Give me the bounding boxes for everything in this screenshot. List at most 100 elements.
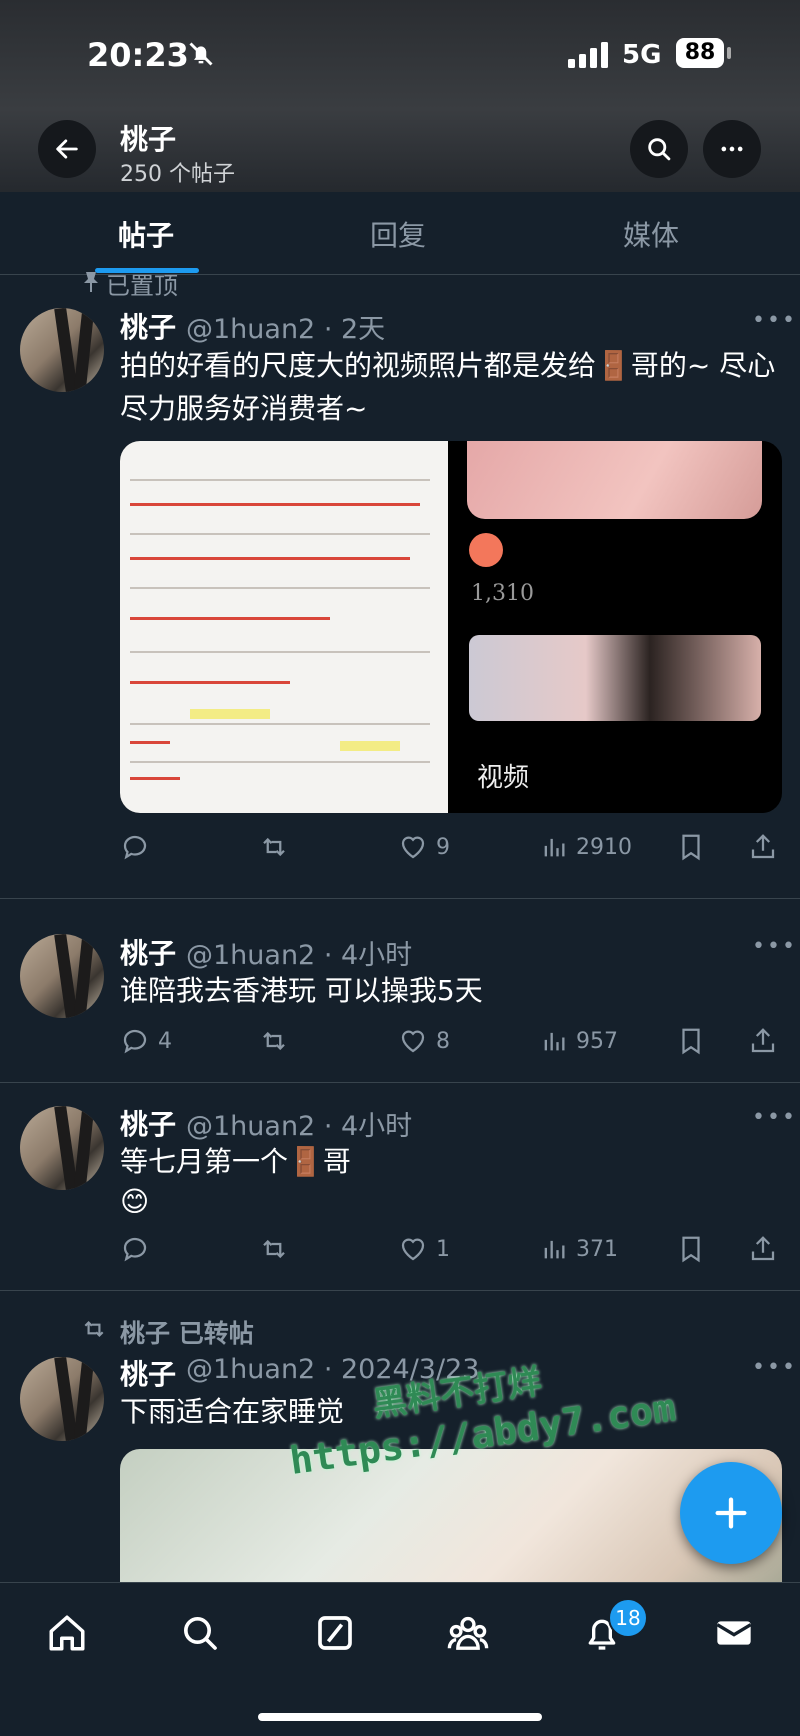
avatar[interactable] xyxy=(20,934,104,1018)
reply-button[interactable]: 4 xyxy=(120,1026,172,1056)
share-icon[interactable] xyxy=(748,1234,778,1264)
views-button[interactable]: 957 xyxy=(540,1026,618,1056)
like-button[interactable]: 1 xyxy=(398,1234,450,1264)
like-icon xyxy=(401,1030,425,1053)
repost-icon xyxy=(84,1320,104,1338)
home-icon xyxy=(49,1615,85,1651)
peach-icon xyxy=(469,533,503,567)
grok-tab[interactable] xyxy=(313,1611,357,1655)
messages-tab[interactable] xyxy=(712,1611,756,1655)
note-screenshot xyxy=(120,441,448,813)
like-icon xyxy=(401,1238,425,1261)
views-button[interactable]: 371 xyxy=(540,1234,618,1264)
status-bar: 20:23 5G 88 xyxy=(0,0,800,110)
profile-name: 桃子 xyxy=(120,123,177,156)
post-text: 谁陪我去香港玩 可以操我5天 xyxy=(120,974,483,1007)
reply-button[interactable] xyxy=(120,832,158,862)
views-icon xyxy=(544,1240,565,1259)
media-thumbnail: 视频 xyxy=(457,629,774,813)
tab-replies[interactable]: 回复 xyxy=(370,214,426,254)
like-count: 9 xyxy=(436,834,450,860)
avatar[interactable] xyxy=(20,308,104,392)
post-more-icon[interactable]: ••• xyxy=(752,308,797,333)
post-meta: @1huan2 · 4小时 xyxy=(186,940,413,971)
view-count: 2910 xyxy=(576,834,632,860)
like-button[interactable]: 8 xyxy=(398,1026,450,1056)
reply-icon xyxy=(123,1237,147,1262)
more-button[interactable] xyxy=(703,120,761,178)
mail-icon xyxy=(716,1621,752,1645)
reply-icon xyxy=(123,1029,147,1054)
repost-button[interactable] xyxy=(258,1234,298,1264)
post-meta: @1huan2 · 2天 xyxy=(186,314,386,345)
media-count: 1,310 xyxy=(471,581,534,606)
grok-icon xyxy=(318,1616,352,1650)
pinned-label: 已置顶 xyxy=(106,272,178,300)
plus-icon xyxy=(715,1497,747,1529)
avatar[interactable] xyxy=(20,1106,104,1190)
repost-button[interactable] xyxy=(258,832,298,862)
divider xyxy=(0,1082,800,1083)
post-author[interactable]: 桃子 xyxy=(120,306,176,346)
back-arrow-icon xyxy=(56,139,78,159)
repost-icon xyxy=(263,1239,285,1259)
post-more-icon[interactable]: ••• xyxy=(752,1355,797,1380)
repost-label[interactable]: 桃子 已转帖 xyxy=(120,1314,254,1350)
like-count: 1 xyxy=(436,1236,450,1262)
compose-button[interactable] xyxy=(680,1462,782,1564)
search-icon xyxy=(184,1617,217,1650)
bell-muted-icon xyxy=(189,42,213,66)
post-more-icon[interactable]: ••• xyxy=(752,1105,797,1130)
bookmark-icon[interactable] xyxy=(676,1026,706,1056)
like-count: 8 xyxy=(436,1028,450,1054)
share-icon[interactable] xyxy=(748,1026,778,1056)
avatar[interactable] xyxy=(20,1357,104,1441)
profile-tabs: 帖子 回复 媒体 xyxy=(0,192,800,275)
post-media[interactable]: 1,310 视频 xyxy=(120,441,782,813)
status-time: 20:23 xyxy=(87,36,189,74)
views-button[interactable]: 2910 xyxy=(540,832,632,862)
post-author[interactable]: 桃子 xyxy=(120,932,176,972)
post-more-icon[interactable]: ••• xyxy=(752,934,797,959)
network-label: 5G xyxy=(622,40,662,70)
like-icon xyxy=(401,836,425,859)
reply-icon xyxy=(123,835,147,860)
bookmark-icon[interactable] xyxy=(676,1234,706,1264)
divider xyxy=(0,1290,800,1291)
post-text: 等七月第一个🚪哥 xyxy=(120,1145,351,1178)
views-icon xyxy=(544,838,565,857)
media-thumbnail: 1,310 xyxy=(457,441,774,619)
reply-button[interactable] xyxy=(120,1234,158,1264)
notification-badge: 18 xyxy=(608,1598,648,1638)
back-button[interactable] xyxy=(38,120,96,178)
search-tab[interactable] xyxy=(178,1611,222,1655)
communities-icon xyxy=(447,1616,489,1650)
signal-icon xyxy=(568,42,608,68)
battery-tip xyxy=(727,47,731,59)
view-count: 957 xyxy=(576,1028,618,1054)
repost-icon xyxy=(263,837,285,857)
post-text: 拍的好看的尺度大的视频照片都是发给🚪哥的~ 尽心尽力服务好消费者~ xyxy=(120,349,776,425)
search-icon xyxy=(648,138,671,161)
home-tab[interactable] xyxy=(45,1611,89,1655)
post-meta: @1huan2 · 4小时 xyxy=(186,1111,413,1142)
repost-button[interactable] xyxy=(258,1026,298,1056)
post-count: 250 个帖子 xyxy=(120,162,235,187)
post-text-emoji: 😊 xyxy=(120,1185,150,1218)
more-icon xyxy=(721,146,743,152)
share-icon[interactable] xyxy=(748,832,778,862)
divider xyxy=(0,898,800,899)
media-caption: 视频 xyxy=(477,763,530,793)
post-author[interactable]: 桃子 xyxy=(120,1103,176,1143)
like-button[interactable]: 9 xyxy=(398,832,450,862)
home-indicator xyxy=(258,1713,542,1721)
tab-posts[interactable]: 帖子 xyxy=(118,214,174,254)
reply-count: 4 xyxy=(158,1028,172,1054)
search-button[interactable] xyxy=(630,120,688,178)
communities-tab[interactable] xyxy=(446,1611,490,1655)
pin-icon xyxy=(84,272,98,292)
post-author[interactable]: 桃子 xyxy=(120,1353,176,1393)
bookmark-icon[interactable] xyxy=(676,832,706,862)
repost-icon xyxy=(263,1031,285,1051)
tab-media[interactable]: 媒体 xyxy=(623,214,679,254)
